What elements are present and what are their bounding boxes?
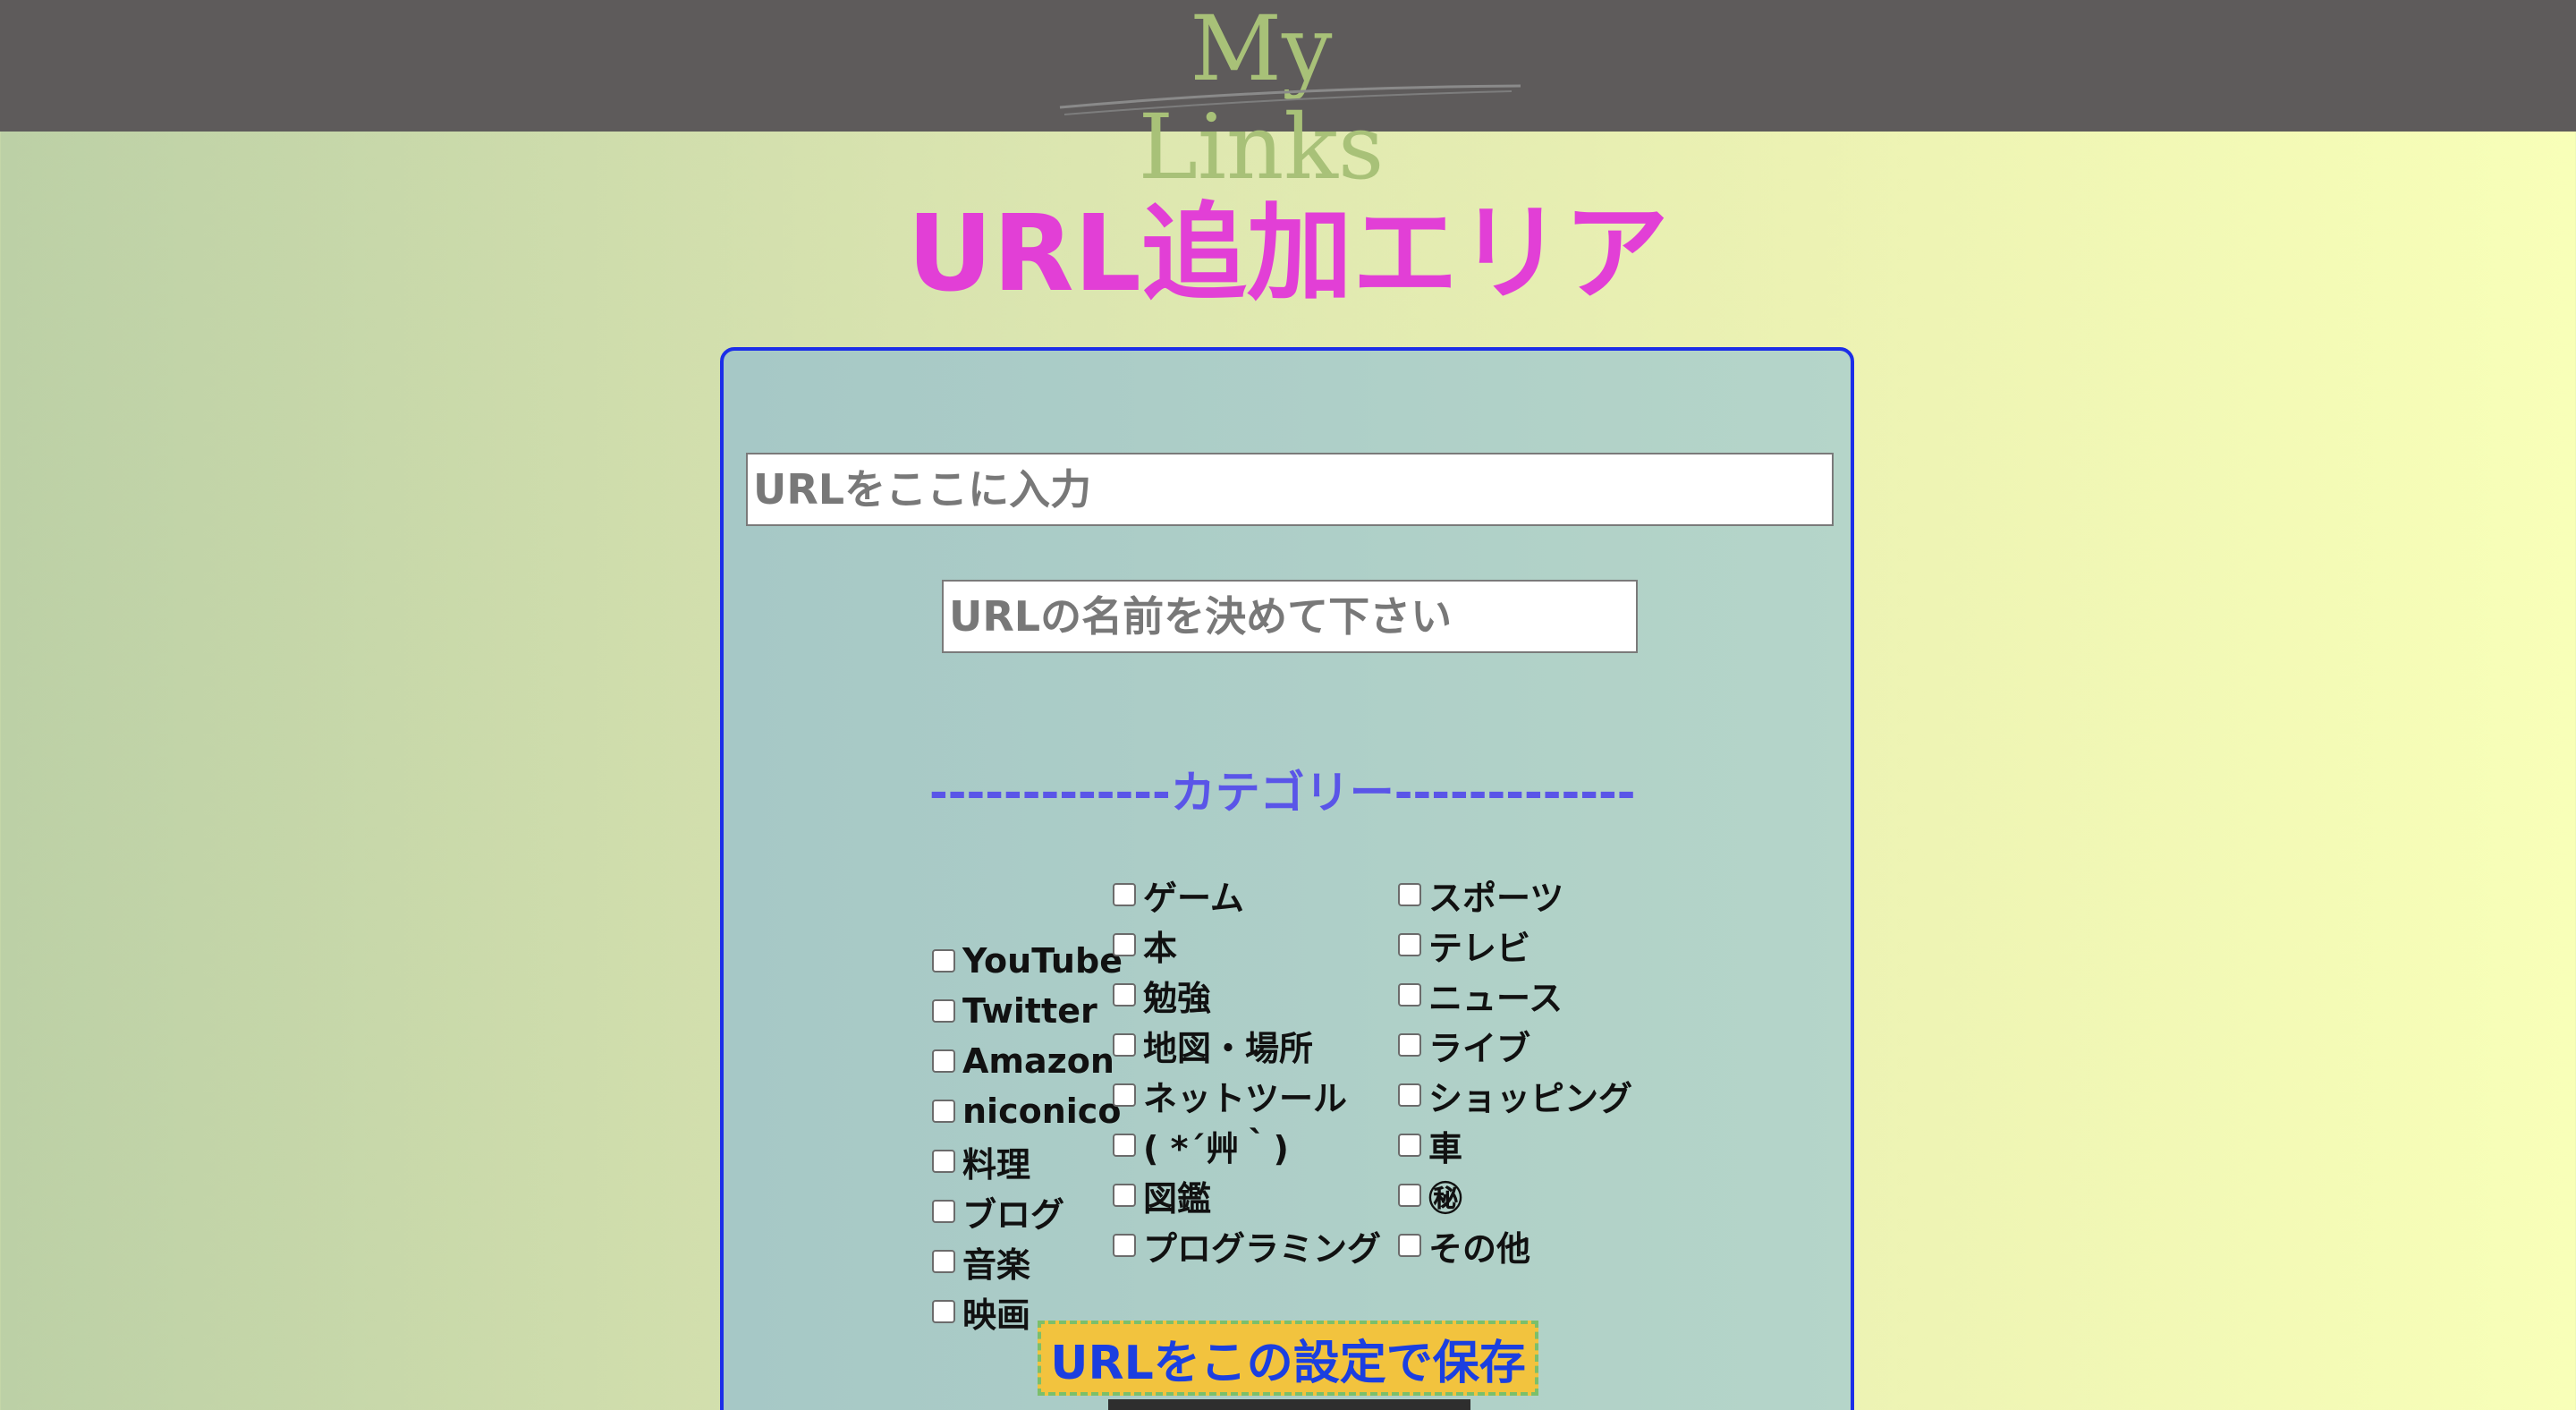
category-label: ㊙ (1428, 1178, 1463, 1219)
page-title: URL追加エリア (907, 191, 1669, 315)
category-label: 勉強 (1143, 978, 1212, 1018)
category-label: 本 (1143, 928, 1178, 968)
category-checkbox[interactable] (1398, 1033, 1421, 1057)
category-checkbox[interactable] (932, 1049, 955, 1073)
category-checkbox[interactable] (932, 999, 955, 1023)
category-label: 音楽 (962, 1244, 1031, 1285)
category-label: ショッピング (1428, 1078, 1633, 1118)
category-label: ( *´艸｀) (1143, 1128, 1289, 1168)
category-option[interactable]: 料理 (932, 1136, 1123, 1186)
category-option[interactable]: スポーツ (1398, 870, 1632, 920)
category-label: スポーツ (1428, 878, 1564, 918)
category-option[interactable]: ( *´艸｀) (1113, 1120, 1381, 1170)
category-option[interactable]: ライブ (1398, 1020, 1632, 1070)
logo-swoosh (1059, 84, 1521, 115)
category-checkbox[interactable] (1113, 1184, 1136, 1207)
category-option[interactable]: Twitter (932, 986, 1123, 1036)
url-add-form: -------------カテゴリー------------- YouTube T… (720, 347, 1854, 1410)
category-column-2: ゲーム本勉強地図・場所ネットツール ( *´艸｀) 図鑑プログラミング (1113, 870, 1381, 1270)
category-checkbox[interactable] (1398, 883, 1421, 906)
category-checkbox[interactable] (932, 1300, 955, 1323)
category-label: 料理 (962, 1144, 1031, 1185)
category-label: 図鑑 (1143, 1178, 1212, 1219)
category-option[interactable]: 図鑑 (1113, 1170, 1381, 1220)
category-checkbox[interactable] (932, 1250, 955, 1273)
category-label: Twitter (962, 991, 1097, 1031)
category-label: 地図・場所 (1143, 1028, 1314, 1068)
category-option[interactable]: テレビ (1398, 920, 1632, 970)
category-option[interactable]: 地図・場所 (1113, 1020, 1381, 1070)
category-checkbox[interactable] (1398, 933, 1421, 956)
category-label: niconico (962, 1091, 1122, 1131)
category-option[interactable]: 本 (1113, 920, 1381, 970)
category-checkbox[interactable] (932, 1200, 955, 1223)
category-checkbox[interactable] (1113, 1134, 1136, 1157)
category-label: ライブ (1428, 1028, 1531, 1068)
category-checkbox[interactable] (1113, 1234, 1136, 1257)
category-checkbox[interactable] (1398, 1184, 1421, 1207)
category-checkbox[interactable] (1398, 983, 1421, 1007)
category-checkbox[interactable] (1113, 1033, 1136, 1057)
category-option[interactable]: 音楽 (932, 1236, 1123, 1287)
category-checkbox[interactable] (1113, 1083, 1136, 1107)
category-option[interactable]: ㊙ (1398, 1170, 1632, 1220)
category-option[interactable]: ニュース (1398, 970, 1632, 1020)
category-option[interactable]: ゲーム (1113, 870, 1381, 920)
category-column-3: スポーツテレビニュースライブショッピング車㊙その他 (1398, 870, 1632, 1270)
category-option[interactable]: ネットツール (1113, 1070, 1381, 1120)
category-checkbox[interactable] (1113, 933, 1136, 956)
category-option[interactable]: その他 (1398, 1220, 1632, 1270)
category-option[interactable]: プログラミング (1113, 1220, 1381, 1270)
category-checkbox[interactable] (932, 949, 955, 973)
category-option[interactable]: niconico (932, 1086, 1123, 1136)
site-logo[interactable]: My Links (1055, 0, 1521, 197)
category-column-1: YouTube Twitter Amazon niconico 料理ブログ音楽映画 (932, 936, 1123, 1337)
category-checkbox[interactable] (1113, 883, 1136, 906)
category-label: ニュース (1428, 978, 1563, 1018)
save-button[interactable]: URLをこの設定で保存 (1038, 1321, 1538, 1396)
category-label: その他 (1428, 1228, 1531, 1269)
category-label: ゲーム (1143, 878, 1244, 918)
category-checkbox[interactable] (1398, 1134, 1421, 1157)
category-label: ブログ (962, 1194, 1065, 1235)
category-label: Amazon (962, 1041, 1114, 1081)
category-label: プログラミング (1143, 1228, 1382, 1269)
url-input[interactable] (746, 453, 1834, 526)
category-label: ネットツール (1143, 1078, 1348, 1118)
category-checkbox[interactable] (932, 1150, 955, 1173)
category-option[interactable]: YouTube (932, 936, 1123, 986)
category-option[interactable]: 車 (1398, 1120, 1632, 1170)
category-checkbox[interactable] (1398, 1083, 1421, 1107)
category-heading: -------------カテゴリー------------- (929, 767, 1636, 819)
site-header: My Links (0, 0, 2576, 197)
partially-visible-element (1108, 1399, 1470, 1410)
category-checkbox[interactable] (932, 1100, 955, 1123)
category-label: 車 (1428, 1128, 1463, 1168)
category-option[interactable]: ショッピング (1398, 1070, 1632, 1120)
category-checkbox[interactable] (1398, 1234, 1421, 1257)
category-label: テレビ (1428, 928, 1531, 968)
category-option[interactable]: 勉強 (1113, 970, 1381, 1020)
category-option[interactable]: ブログ (932, 1186, 1123, 1236)
url-name-input[interactable] (942, 580, 1638, 653)
category-label: 映画 (962, 1295, 1031, 1335)
category-option[interactable]: Amazon (932, 1036, 1123, 1086)
category-label: YouTube (962, 941, 1123, 981)
category-checkbox[interactable] (1113, 983, 1136, 1007)
